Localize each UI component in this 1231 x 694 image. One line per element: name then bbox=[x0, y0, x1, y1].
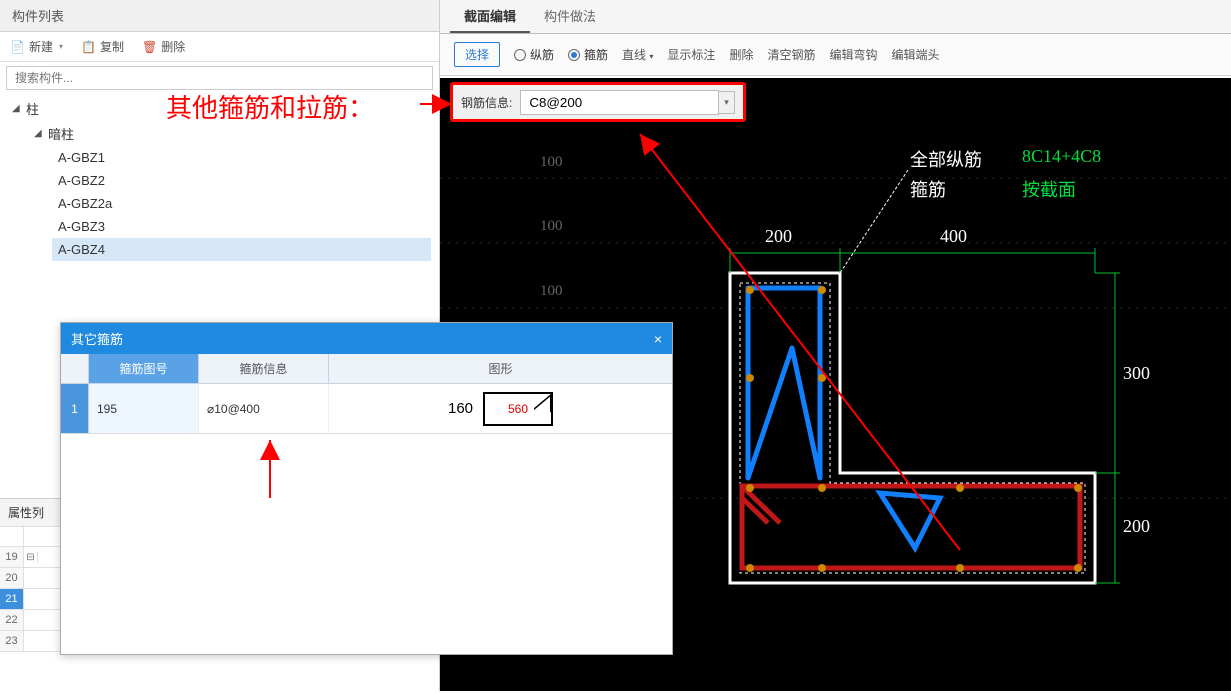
delete-rebar-button[interactable]: 删除 bbox=[729, 46, 753, 63]
close-icon[interactable]: × bbox=[654, 331, 662, 347]
prop-row[interactable]: 19⊟ bbox=[0, 547, 63, 568]
radio-label: 箍筋 bbox=[584, 46, 608, 63]
line-button[interactable]: 直线 ▾ bbox=[622, 46, 653, 63]
tick-label: 100 bbox=[540, 154, 563, 171]
other-stirrup-dialog: 其它箍筋 × 箍筋图号 箍筋信息 图形 1 195 ⌀10@400 160 56… bbox=[60, 322, 673, 655]
collapse-icon: ⊟ bbox=[24, 552, 38, 563]
annotation-other-stirrup: 其他箍筋和拉筋： bbox=[166, 88, 374, 125]
new-button[interactable]: 📄 新建 ▾ bbox=[10, 38, 63, 55]
tree-item-agbz3[interactable]: A-GBZ3 bbox=[52, 215, 431, 238]
copy-icon: 📋 bbox=[81, 40, 96, 54]
dim-right-top: 300 bbox=[1123, 363, 1150, 384]
radio-stirrup[interactable]: 箍筋 bbox=[568, 46, 608, 63]
new-label: 新建 bbox=[29, 38, 53, 55]
row-number: 1 bbox=[61, 384, 89, 433]
clear-rebar-button[interactable]: 清空钢筋 bbox=[767, 46, 815, 63]
tree-toggle-icon: ◢ bbox=[12, 103, 22, 114]
rebar-info-input[interactable] bbox=[520, 90, 719, 115]
radio-longitudinal[interactable]: 纵筋 bbox=[514, 46, 554, 63]
tree-item-agbz2[interactable]: A-GBZ2 bbox=[52, 169, 431, 192]
tab-section-edit[interactable]: 截面编辑 bbox=[450, 0, 530, 33]
edit-end-button[interactable]: 编辑端头 bbox=[891, 46, 939, 63]
dim-top-left: 200 bbox=[765, 226, 792, 247]
tick-label: 100 bbox=[540, 218, 563, 235]
chevron-down-icon: ▾ bbox=[59, 42, 63, 51]
rebar-value-1: 8C14+4C8 bbox=[1022, 146, 1101, 167]
edit-hook-button[interactable]: 编辑弯钩 bbox=[829, 46, 877, 63]
col-shape[interactable]: 图形 bbox=[329, 354, 672, 383]
dim-right-bottom: 200 bbox=[1123, 516, 1150, 537]
rebar-info-box: 钢筋信息: ▾ bbox=[450, 82, 746, 122]
radio-label: 纵筋 bbox=[530, 46, 554, 63]
rebar-label-1: 全部纵筋 bbox=[910, 146, 982, 172]
shape-preview: 560 bbox=[483, 392, 553, 426]
prop-row[interactable]: 20 bbox=[0, 568, 63, 589]
tree-item-agbz4[interactable]: A-GBZ4 bbox=[52, 238, 431, 261]
tab-component-method[interactable]: 构件做法 bbox=[530, 0, 610, 33]
radio-icon bbox=[568, 49, 580, 61]
copy-button[interactable]: 📋 复制 bbox=[81, 38, 124, 55]
select-button[interactable]: 选择 bbox=[454, 42, 500, 67]
col-stirrup-info[interactable]: 箍筋信息 bbox=[199, 354, 329, 383]
copy-label: 复制 bbox=[100, 38, 124, 55]
tree-sub-label: 暗柱 bbox=[48, 124, 74, 143]
tree-item-agbz2a[interactable]: A-GBZ2a bbox=[52, 192, 431, 215]
prop-row[interactable]: 22 bbox=[0, 610, 63, 631]
prop-row[interactable]: 21 bbox=[0, 589, 63, 610]
rebar-value-2: 按截面 bbox=[1022, 176, 1076, 202]
property-panel-title: 属性列 bbox=[0, 499, 63, 527]
dim-top-right: 400 bbox=[940, 226, 967, 247]
table-row[interactable]: 1 195 ⌀10@400 160 560 bbox=[61, 384, 672, 434]
col-stirrup-id[interactable]: 箍筋图号 bbox=[89, 354, 199, 383]
tree-root-label: 柱 bbox=[26, 99, 39, 118]
cell-stirrup-info[interactable]: ⌀10@400 bbox=[199, 384, 329, 433]
delete-icon: 🗑 bbox=[142, 40, 157, 54]
tree-item-agbz1[interactable]: A-GBZ1 bbox=[52, 146, 431, 169]
tick-label: 100 bbox=[540, 283, 563, 300]
delete-button[interactable]: 🗑 删除 bbox=[142, 38, 185, 55]
cell-stirrup-id[interactable]: 195 bbox=[89, 384, 199, 433]
chevron-down-icon: ▾ bbox=[649, 52, 653, 61]
search-input[interactable] bbox=[6, 66, 433, 90]
prop-row[interactable]: 23 bbox=[0, 631, 63, 652]
rebar-label-2: 箍筋 bbox=[910, 176, 946, 202]
component-list-title: 构件列表 bbox=[0, 0, 439, 32]
new-icon: 📄 bbox=[10, 40, 25, 54]
shape-dim-1: 160 bbox=[448, 400, 473, 417]
delete-label: 删除 bbox=[161, 38, 185, 55]
dialog-title: 其它箍筋 bbox=[71, 329, 123, 348]
tree-toggle-icon: ◢ bbox=[34, 128, 44, 139]
rebar-info-label: 钢筋信息: bbox=[461, 94, 512, 111]
rebar-info-dropdown[interactable]: ▾ bbox=[719, 91, 735, 114]
radio-icon bbox=[514, 49, 526, 61]
show-label-button[interactable]: 显示标注 bbox=[667, 46, 715, 63]
